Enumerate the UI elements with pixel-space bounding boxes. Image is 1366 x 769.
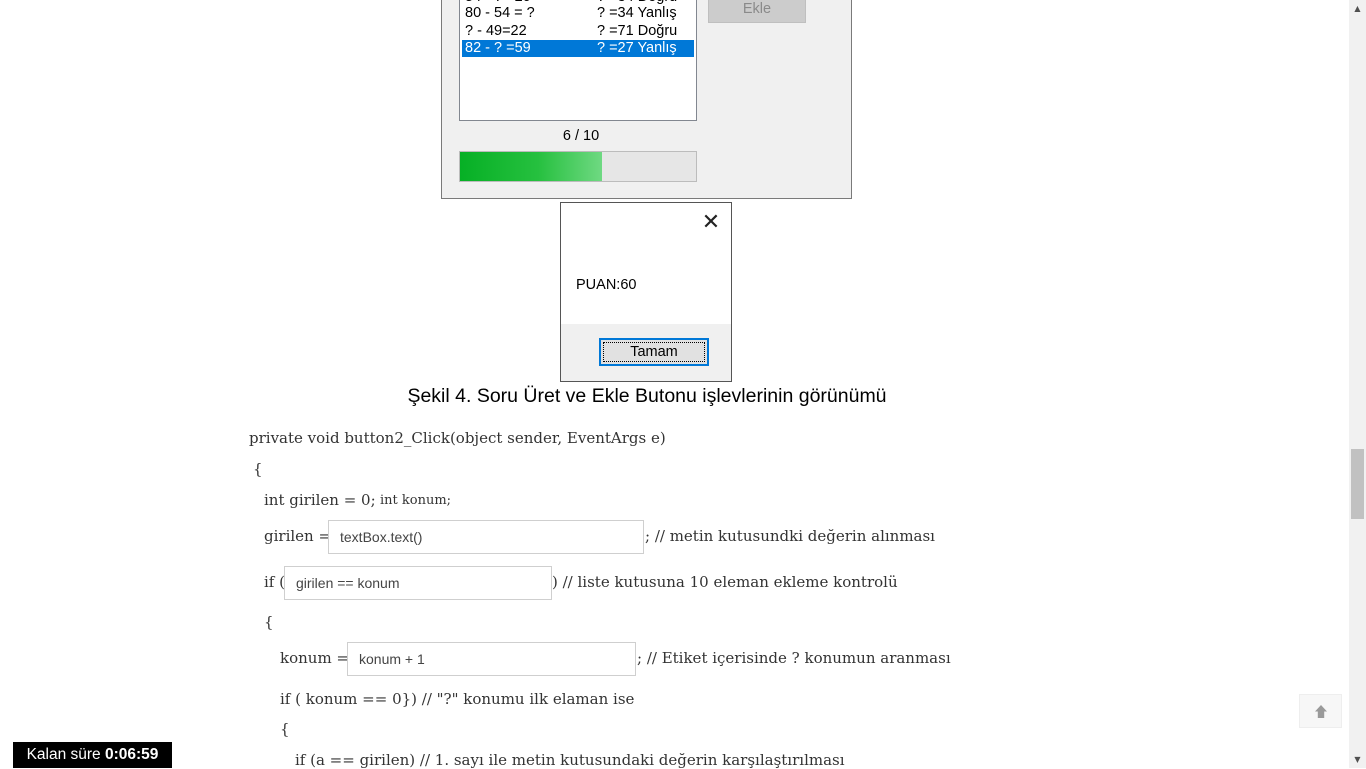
code-line-if-prefix: if ( [264,573,285,591]
code-line-if-konum: if ( konum == 0}) // "?" konumu ilk elam… [280,690,635,708]
code-line-konum-prefix: konum = [280,649,350,667]
code-line-if-comment: ) // liste kutusuna 10 eleman ekleme kon… [552,573,898,591]
listbox-item-question: 82 - ? =59 [465,40,531,56]
listbox-item-question: ? - 49=22 [465,23,527,39]
code-line-konum-decl: int konum; [380,493,452,508]
listbox-item-question: 80 - 54 = ? [465,5,535,21]
listbox-item-answer: ? =27 Yanlış [597,40,677,56]
listbox-item[interactable]: 80 - 54 = ? ? =34 Yanlış [462,5,694,22]
progress-label: 6 / 10 [562,128,600,144]
code-line-open-brace-2: { [264,613,274,631]
listbox-item[interactable]: ? - 49=22 ? =71 Doğru [462,23,694,40]
answers-listbox: 54 - ? =20? =34 Doğru80 - 54 = ?? =34 Ya… [459,0,697,121]
listbox-item-answer: ? =71 Doğru [597,23,678,39]
close-icon[interactable]: ✕ [701,212,721,234]
code-line-compare: if (a == girilen) // 1. sayı ile metin k… [295,751,845,769]
code-line-open-brace: { [253,460,263,478]
progress-bar [459,151,697,182]
code-line-signature: private void button2_Click(object sender… [249,429,666,447]
page-scrollbar[interactable]: ▲ ▼ [1349,0,1366,768]
form-window-figure: 54 - ? =20? =34 Doğru80 - 54 = ?? =34 Ya… [441,0,852,199]
back-to-top-button[interactable] [1299,694,1342,728]
triangle-up-icon[interactable]: ▲ [1349,0,1366,17]
progress-bar-fill [460,152,602,181]
code-line-girilen-comment: ; // metin kutusundki değerin alınması [645,527,935,545]
arrow-up-icon [1314,705,1327,718]
remaining-time-badge: Kalan süre 0:06:59 [13,742,172,768]
listbox-item[interactable]: 82 - ? =59 ? =27 Yanlış [462,40,694,57]
figure-caption: Şekil 4. Soru Üret ve Ekle Butonu işlevl… [407,385,887,407]
add-button: Ekle [708,0,806,23]
code-line-girilen-prefix: girilen = [264,527,332,545]
score-text: PUAN:60 [576,277,637,293]
code-line-open-brace-3: { [280,720,290,738]
listbox-item-answer: ? =34 Yanlış [597,5,677,21]
answer-input-3[interactable]: konum + 1 [347,642,636,676]
answer-input-1[interactable]: textBox.text() [328,520,644,554]
answer-input-2[interactable]: girilen == konum [284,566,552,600]
timer-value: 0:06:59 [104,746,159,763]
timer-label: Kalan süre [26,746,101,763]
score-message-box: ✕ PUAN:60 Tamam [560,202,732,382]
ok-button[interactable]: Tamam [599,338,709,366]
triangle-down-icon[interactable]: ▼ [1349,751,1366,768]
code-line-girilen-decl: int girilen = 0; [264,491,376,509]
message-box-footer: Tamam [561,324,731,381]
scrollbar-thumb[interactable] [1351,449,1364,519]
code-line-konum-comment: ; // Etiket içerisinde ? konumun aranmas… [637,649,951,667]
